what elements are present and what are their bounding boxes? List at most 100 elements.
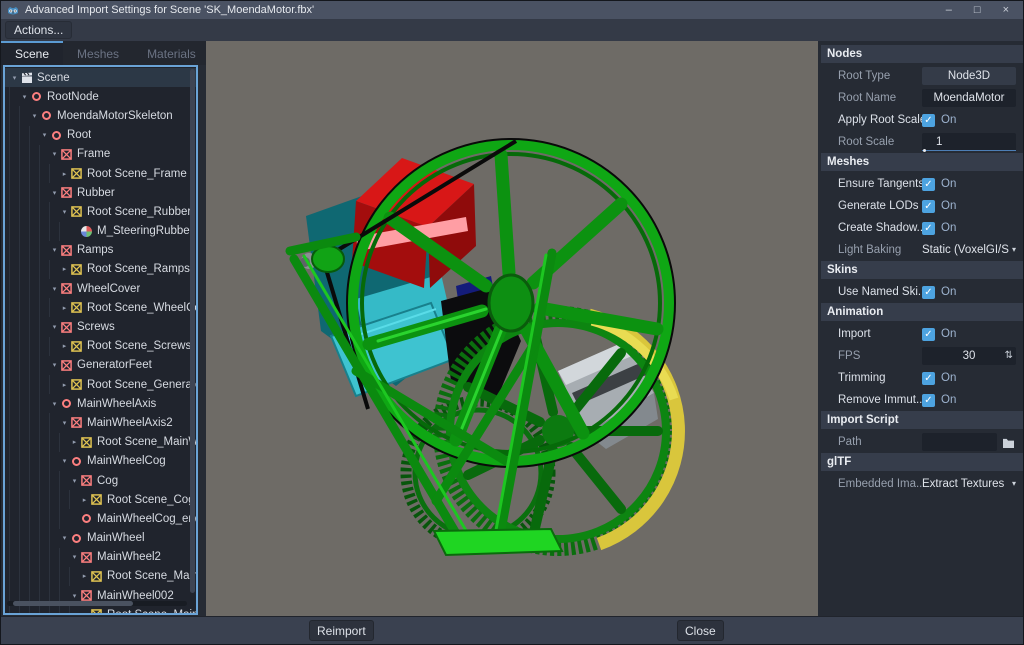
tree-row[interactable]: ▾Frame <box>5 145 196 164</box>
tree-row[interactable]: ▸Root Scene_Frame <box>5 164 196 183</box>
chevron-right-icon[interactable]: ▸ <box>59 381 70 389</box>
reimport-button[interactable]: Reimport <box>309 620 374 641</box>
path-value[interactable] <box>922 433 1016 451</box>
create-shadow-checkbox[interactable]: ✓ <box>922 222 935 235</box>
chevron-down-icon[interactable]: ▾ <box>69 592 80 600</box>
generate-lods-checkbox[interactable]: ✓ <box>922 200 935 213</box>
chevron-down-icon[interactable]: ▾ <box>9 74 20 82</box>
tree-row[interactable]: ▾MainWheel <box>5 529 196 548</box>
chevron-down-icon[interactable]: ▾ <box>59 208 70 216</box>
slider-track[interactable] <box>922 150 1016 151</box>
chevron-down-icon[interactable]: ▾ <box>59 534 70 542</box>
tree-row[interactable]: ▾Scene <box>5 68 196 87</box>
tree-vertical-scrollbar[interactable] <box>190 69 195 593</box>
apply-root-scale-checkbox[interactable]: ✓ <box>922 114 935 127</box>
create-shadow-value[interactable]: ✓On <box>922 219 1016 237</box>
chevron-down-icon[interactable]: ▾ <box>49 400 60 408</box>
chevron-down-icon[interactable]: ▾ <box>49 150 60 158</box>
ensure-tangents-checkbox[interactable]: ✓ <box>922 178 935 191</box>
tree-row[interactable]: ▾Rubber <box>5 183 196 202</box>
root-name-value[interactable]: MoendaMotor <box>922 89 1016 107</box>
chevron-down-icon[interactable]: ▾ <box>59 457 70 465</box>
generate-lods-value[interactable]: ✓On <box>922 197 1016 215</box>
root-type-value[interactable]: Node3D <box>922 67 1016 85</box>
scrollbar-thumb[interactable] <box>13 601 133 606</box>
chevron-right-icon[interactable]: ▸ <box>59 342 70 350</box>
fps-value[interactable]: 30⇅ <box>922 347 1016 365</box>
window-close-button[interactable]: × <box>1003 1 1009 19</box>
tree-row[interactable]: ▾Root <box>5 126 196 145</box>
path-field[interactable] <box>922 433 997 451</box>
apply-root-scale-value[interactable]: ✓On <box>922 111 1016 129</box>
chevron-right-icon[interactable]: ▸ <box>69 438 80 446</box>
remove-immut-checkbox[interactable]: ✓ <box>922 394 935 407</box>
trimming-checkbox[interactable]: ✓ <box>922 372 935 385</box>
root-scale-value[interactable]: 1 <box>922 133 1016 151</box>
actions-button[interactable]: Actions... <box>5 21 72 39</box>
tree-row[interactable]: ▾MainWheelAxis <box>5 394 196 413</box>
3d-preview-viewport[interactable] <box>206 41 818 618</box>
chevron-down-icon[interactable]: ▾ <box>49 246 60 254</box>
remove-immut-value[interactable]: ✓On <box>922 391 1016 409</box>
tree-row[interactable]: ▾MainWheelAxis2 <box>5 413 196 432</box>
titlebar[interactable]: Advanced Import Settings for Scene 'SK_M… <box>1 1 1023 19</box>
tree-row[interactable]: MainWheelCog_end <box>5 509 196 528</box>
embedded-ima-value[interactable]: Extract Textures▾ <box>922 475 1016 493</box>
tree-row[interactable]: ▾RootNode <box>5 87 196 106</box>
use-named-ski-value[interactable]: ✓On <box>922 283 1016 301</box>
slider-grabber[interactable] <box>923 149 926 152</box>
folder-icon[interactable] <box>1000 434 1016 450</box>
chevron-down-icon[interactable]: ▾ <box>69 477 80 485</box>
tree-row[interactable]: ▸Root Scene_GeneratorFeet <box>5 375 196 394</box>
tab-materials[interactable]: Materials <box>133 41 210 65</box>
chevron-right-icon[interactable]: ▸ <box>79 496 90 504</box>
tree-row[interactable]: ▸Root Scene_Cog <box>5 490 196 509</box>
import-checkbox[interactable]: ✓ <box>922 328 935 341</box>
tree-horizontal-scrollbar[interactable] <box>7 601 187 606</box>
maximize-button[interactable]: □ <box>974 1 981 19</box>
tree-row[interactable]: ▸Root Scene_Screws <box>5 337 196 356</box>
tree-row[interactable]: ▾MainWheel2 <box>5 548 196 567</box>
chevron-down-icon[interactable]: ▾ <box>49 189 60 197</box>
section-header-gltf[interactable]: glTF <box>821 453 1023 471</box>
chevron-down-icon[interactable]: ▾ <box>49 323 60 331</box>
tree-row[interactable]: ▾Cog <box>5 471 196 490</box>
tree-row[interactable]: ▸Root Scene_MainWheel2 <box>5 567 196 586</box>
chevron-right-icon[interactable]: ▸ <box>79 572 90 580</box>
tree-row[interactable]: ▾MainWheelCog <box>5 452 196 471</box>
chevron-down-icon[interactable]: ▾ <box>29 112 40 120</box>
close-dialog-button[interactable]: Close <box>677 620 724 641</box>
minimize-button[interactable]: – <box>946 1 952 19</box>
tree-row[interactable]: ▾WheelCover <box>5 279 196 298</box>
tab-scene[interactable]: Scene <box>1 41 63 65</box>
trimming-value[interactable]: ✓On <box>922 369 1016 387</box>
tree-row[interactable]: ▾Screws <box>5 317 196 336</box>
light-baking-value[interactable]: Static (VoxelGI/S▾ <box>922 241 1016 259</box>
spinner-updown-icon[interactable]: ⇅ <box>1005 347 1013 365</box>
tree-row[interactable]: M_SteeringRubber <box>5 222 196 241</box>
section-header-import-script[interactable]: Import Script <box>821 411 1023 429</box>
chevron-down-icon[interactable]: ▾ <box>49 285 60 293</box>
use-named-ski-checkbox[interactable]: ✓ <box>922 286 935 299</box>
tree-row[interactable]: ▸Root Scene_Ramps <box>5 260 196 279</box>
chevron-right-icon[interactable]: ▸ <box>59 170 70 178</box>
tree-row[interactable]: ▾Ramps <box>5 241 196 260</box>
tree-row[interactable]: ▾GeneratorFeet <box>5 356 196 375</box>
section-header-animation[interactable]: Animation <box>821 303 1023 321</box>
tree-row[interactable]: ▾MoendaMotorSkeleton <box>5 106 196 125</box>
chevron-down-icon[interactable]: ▾ <box>49 361 60 369</box>
tree-row[interactable]: ▸Root Scene_MainWheelAxis2 <box>5 433 196 452</box>
chevron-down-icon[interactable]: ▾ <box>69 553 80 561</box>
chevron-right-icon[interactable]: ▸ <box>59 304 70 312</box>
chevron-down-icon[interactable]: ▾ <box>39 131 50 139</box>
tab-meshes[interactable]: Meshes <box>63 41 133 65</box>
tree-row[interactable]: ▾Root Scene_Rubber <box>5 202 196 221</box>
tree-row[interactable]: ▸Root Scene_MainWheel002 <box>5 605 196 615</box>
tree-row[interactable]: ▸Root Scene_WheelCover <box>5 298 196 317</box>
chevron-down-icon[interactable]: ▾ <box>19 93 30 101</box>
chevron-right-icon[interactable]: ▸ <box>79 611 90 615</box>
chevron-right-icon[interactable]: ▸ <box>59 265 70 273</box>
chevron-down-icon[interactable]: ▾ <box>59 419 70 427</box>
import-value[interactable]: ✓On <box>922 325 1016 343</box>
ensure-tangents-value[interactable]: ✓On <box>922 175 1016 193</box>
